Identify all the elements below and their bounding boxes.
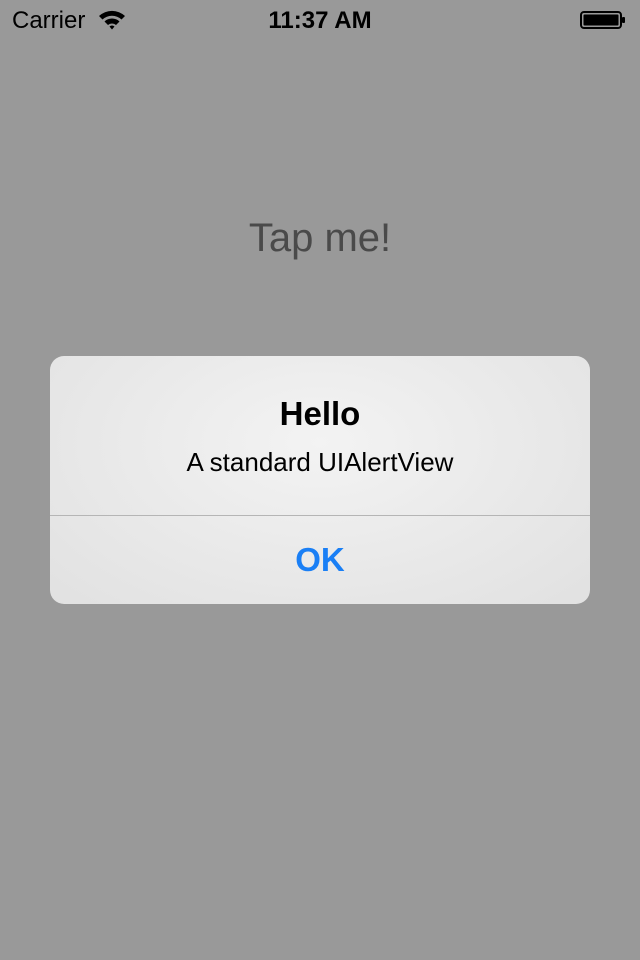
battery-icon	[580, 11, 626, 29]
alert-body: Hello A standard UIAlertView	[50, 356, 590, 515]
tap-me-button[interactable]: Tap me!	[0, 214, 640, 262]
alert-title: Hello	[279, 395, 361, 432]
status-time: 11:37 AM	[268, 7, 372, 34]
alert-dialog: Hello A standard UIAlertView OK	[50, 356, 590, 604]
status-bar: Carrier 11:37 AM	[0, 0, 640, 40]
ok-button[interactable]: OK	[50, 516, 590, 604]
alert-message: A standard UIAlertView	[186, 447, 454, 477]
